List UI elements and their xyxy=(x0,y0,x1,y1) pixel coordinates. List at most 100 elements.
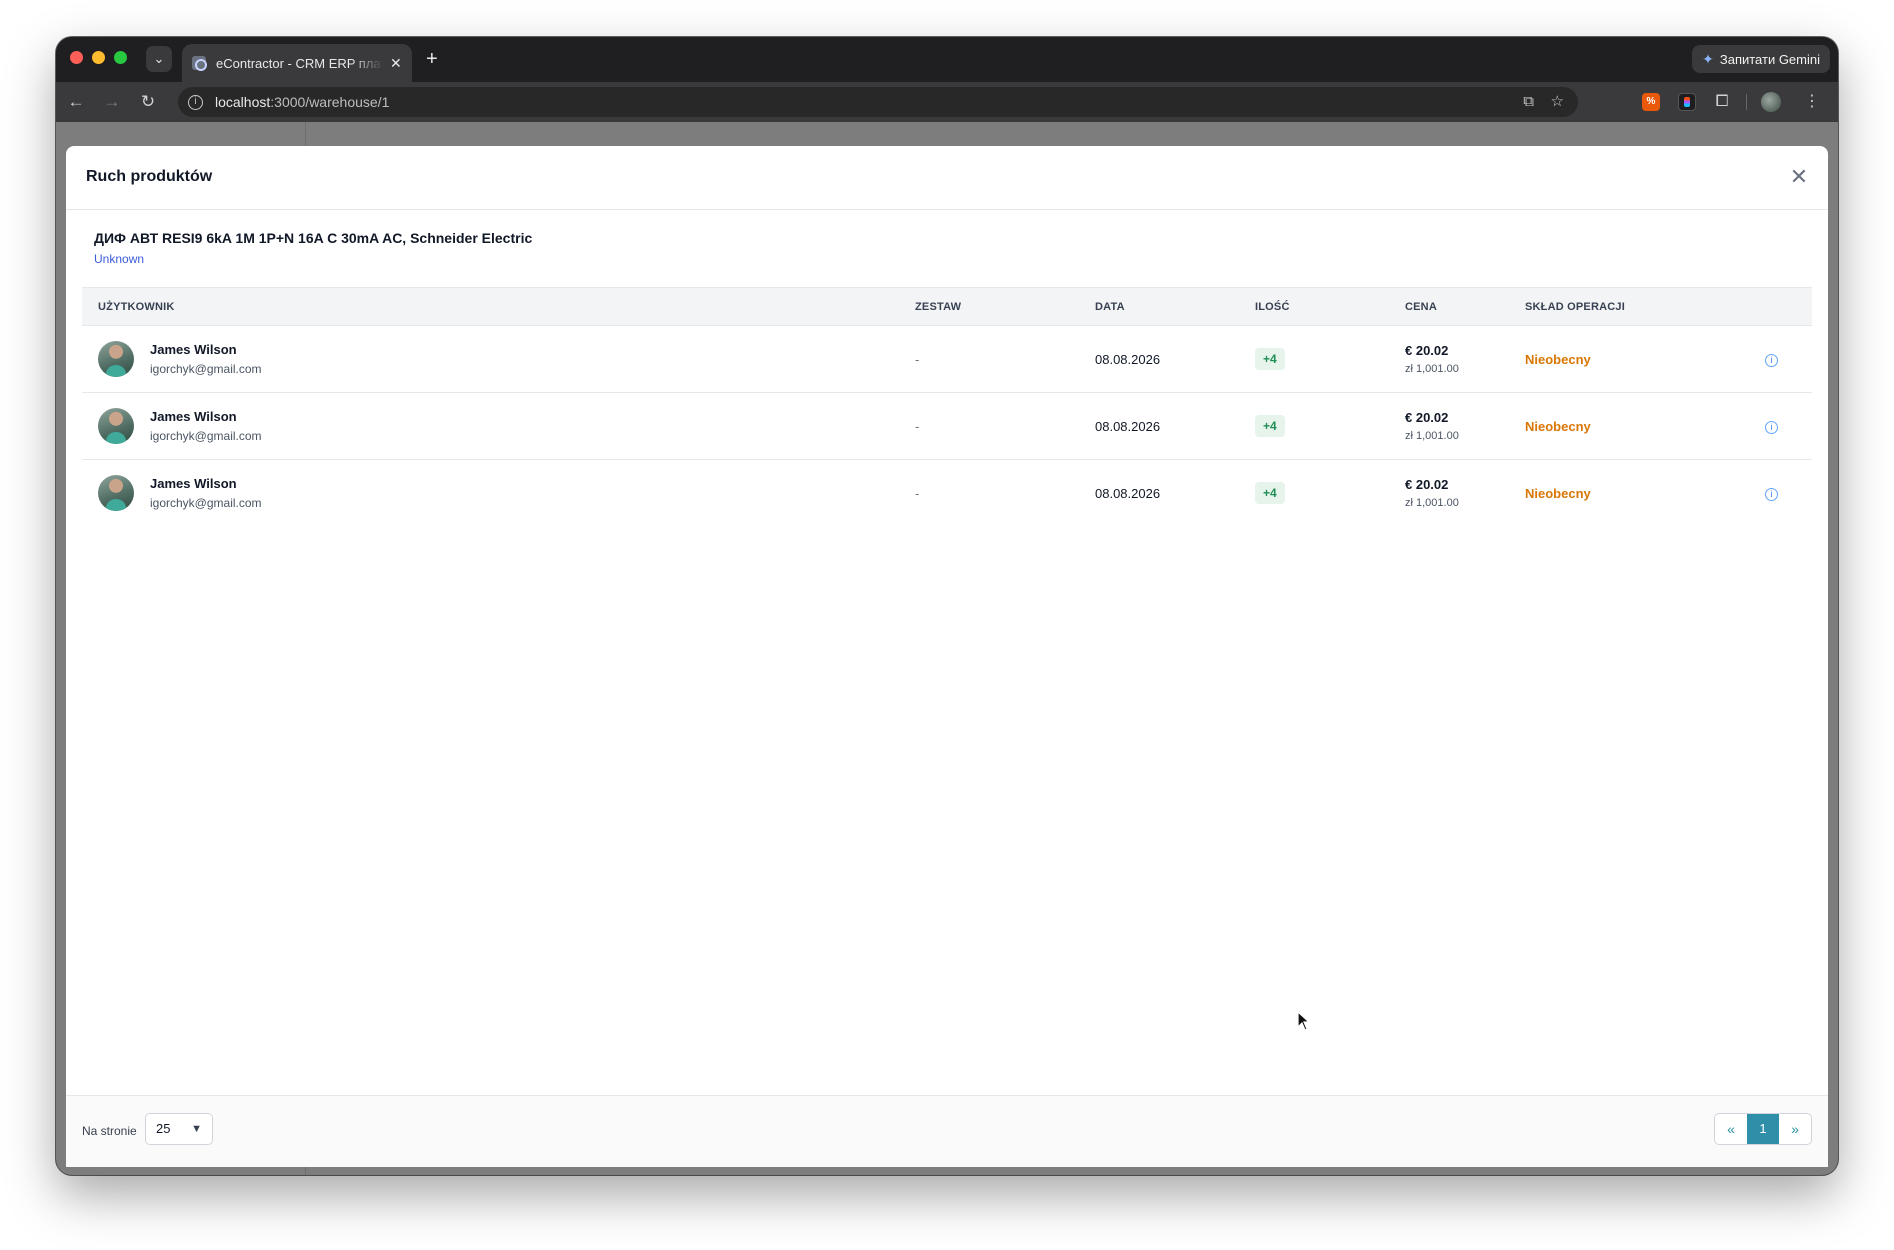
operation-status: Nieobecny xyxy=(1509,325,1749,393)
browser-window: ⌄ eContractor - CRM ERP платформа ✕ + ✦ … xyxy=(56,37,1838,1175)
tab-bar: ⌄ eContractor - CRM ERP платформа ✕ + ✦ … xyxy=(56,37,1838,82)
chevron-down-icon: ▼ xyxy=(191,1123,202,1135)
quantity-cell: +4 xyxy=(1239,460,1389,527)
price-value: € 20.02 xyxy=(1405,343,1449,358)
column-header-operation: SKŁAD OPERACJI xyxy=(1525,300,1625,313)
install-icon[interactable]: ⧉ xyxy=(1523,87,1534,117)
user-name: James Wilson xyxy=(150,476,237,492)
actions-cell: i xyxy=(1749,392,1812,460)
date-cell: 08.08.2026 xyxy=(1079,392,1239,460)
quantity-cell: +4 xyxy=(1239,392,1389,460)
actions-cell: i xyxy=(1749,325,1812,393)
column-header-set: ZESTAW xyxy=(915,300,962,313)
per-page-value: 25 xyxy=(156,1121,171,1136)
user-name: James Wilson xyxy=(150,342,237,357)
back-icon[interactable]: ← xyxy=(64,90,88,114)
avatar xyxy=(98,408,134,444)
column-header-date: DATA xyxy=(1095,300,1125,313)
user-email: igorchyk@gmail.com xyxy=(150,496,262,511)
price-cell: € 20.02 zł 1,001.00 xyxy=(1389,392,1509,460)
pagination-page-1[interactable]: 1 xyxy=(1747,1114,1779,1144)
url-path: :3000/warehouse/1 xyxy=(270,94,390,110)
operation-status: Nieobecny xyxy=(1525,485,1591,501)
pagination: « 1 » xyxy=(1714,1113,1812,1145)
table-row[interactable]: James Wilson igorchyk@gmail.com - 08.08.… xyxy=(82,392,1812,460)
column-header-price: CENA xyxy=(1405,300,1437,313)
price-local-value: zł 1,001.00 xyxy=(1405,363,1459,375)
close-icon[interactable]: ✕ xyxy=(390,55,402,72)
product-name: ДИФ АВТ RESI9 6kA 1M 1P+N 16A C 30mA AC,… xyxy=(94,230,533,246)
price-value: € 20.02 xyxy=(1405,410,1449,425)
window-minimize-button[interactable] xyxy=(92,51,105,64)
gemini-label: Запитати Gemini xyxy=(1719,51,1820,67)
quantity-badge: +4 xyxy=(1255,348,1285,370)
address-bar[interactable]: i localhost:3000/warehouse/1 ⧉ ☆ xyxy=(178,87,1578,117)
modal-header: Ruch produktów ✕ xyxy=(66,146,1828,210)
quantity-badge: +4 xyxy=(1255,415,1285,437)
kebab-icon[interactable]: ⋮ xyxy=(1804,90,1820,114)
reload-icon[interactable]: ↻ xyxy=(136,90,160,114)
price-cell: € 20.02 zł 1,001.00 xyxy=(1389,460,1509,527)
chevron-down-icon: ⌄ xyxy=(153,51,165,66)
column-header-quantity: ILOŚĆ xyxy=(1255,300,1290,313)
set-cell: - xyxy=(915,485,920,501)
info-icon[interactable]: i xyxy=(188,94,203,110)
pagination-prev-button[interactable]: « xyxy=(1715,1114,1747,1144)
per-page-label: Na stronie xyxy=(82,1124,137,1138)
extension-icon[interactable]: % xyxy=(1642,93,1660,111)
product-movement-modal: Ruch produktów ✕ ДИФ АВТ RESI9 6kA 1M 1P… xyxy=(66,146,1828,1167)
gemini-button[interactable]: ✦ Запитати Gemini xyxy=(1692,45,1830,73)
column-header-user: UŻYTKOWNIK xyxy=(98,300,175,313)
actions-cell: i xyxy=(1749,460,1812,527)
url-host: localhost xyxy=(215,94,271,110)
toolbar-divider xyxy=(1746,94,1747,110)
price-local-value: zł 1,001.00 xyxy=(1405,497,1459,510)
pagination-next-button[interactable]: » xyxy=(1779,1114,1811,1144)
new-tab-button[interactable]: + xyxy=(426,46,438,72)
per-page-select[interactable]: 25 ▼ xyxy=(145,1113,213,1145)
set-cell: - xyxy=(899,392,1079,460)
tab-title: eContractor - CRM ERP платформа xyxy=(216,55,384,71)
row-info-icon[interactable]: i xyxy=(1765,354,1778,367)
user-name: James Wilson xyxy=(150,409,237,424)
date-cell: 08.08.2026 xyxy=(1095,485,1161,501)
gemini-sparkle-icon: ✦ xyxy=(1702,50,1714,67)
table-row[interactable]: James Wilson igorchyk@gmail.com - 08.08.… xyxy=(82,460,1812,527)
quantity-cell: +4 xyxy=(1239,325,1389,393)
table-header-row: UŻYTKOWNIK ZESTAW DATA ILOŚĆ CENA SKŁAD … xyxy=(82,287,1812,326)
date-cell: 08.08.2026 xyxy=(1079,325,1239,393)
user-email: igorchyk@gmail.com xyxy=(150,362,262,376)
forward-icon[interactable]: → xyxy=(100,90,124,114)
operation-status: Nieobecny xyxy=(1509,392,1749,460)
modal-title: Ruch produktów xyxy=(86,168,213,185)
close-icon[interactable]: ✕ xyxy=(1786,164,1812,190)
row-info-icon[interactable]: i xyxy=(1765,421,1778,434)
window-maximize-button[interactable] xyxy=(114,51,127,64)
avatar xyxy=(98,475,134,512)
price-value: € 20.02 xyxy=(1405,477,1449,493)
set-cell: - xyxy=(899,325,1079,393)
puzzle-icon[interactable]: ⧠ xyxy=(1713,93,1731,111)
table-row[interactable]: James Wilson igorchyk@gmail.com - 08.08.… xyxy=(82,325,1812,393)
profile-avatar[interactable] xyxy=(1761,92,1781,112)
price-cell: € 20.02 zł 1,001.00 xyxy=(1389,325,1509,393)
user-cell: James Wilson igorchyk@gmail.com xyxy=(82,325,899,393)
figma-extension-icon[interactable] xyxy=(1678,93,1696,111)
column-header-actions xyxy=(1749,288,1812,326)
user-cell: James Wilson igorchyk@gmail.com xyxy=(82,392,899,460)
tab-search-button[interactable]: ⌄ xyxy=(146,46,172,72)
user-cell: James Wilson igorchyk@gmail.com xyxy=(82,460,899,527)
row-info-icon[interactable]: i xyxy=(1765,488,1778,502)
movement-table: UŻYTKOWNIK ZESTAW DATA ILOŚĆ CENA SKŁAD … xyxy=(82,287,1812,527)
browser-toolbar: ← → ↻ i localhost:3000/warehouse/1 ⧉ ☆ %… xyxy=(56,82,1838,122)
star-icon[interactable]: ☆ xyxy=(1551,87,1564,117)
window-close-button[interactable] xyxy=(70,51,83,64)
user-email: igorchyk@gmail.com xyxy=(150,429,262,443)
price-local-value: zł 1,001.00 xyxy=(1405,430,1459,442)
quantity-badge: +4 xyxy=(1255,482,1285,505)
avatar xyxy=(98,341,134,377)
browser-tab[interactable]: eContractor - CRM ERP платформа ✕ xyxy=(182,44,412,82)
url-text[interactable]: localhost:3000/warehouse/1 xyxy=(215,94,389,110)
modal-footer: Na stronie 25 ▼ « 1 » xyxy=(66,1095,1828,1167)
product-status-link[interactable]: Unknown xyxy=(94,252,144,266)
